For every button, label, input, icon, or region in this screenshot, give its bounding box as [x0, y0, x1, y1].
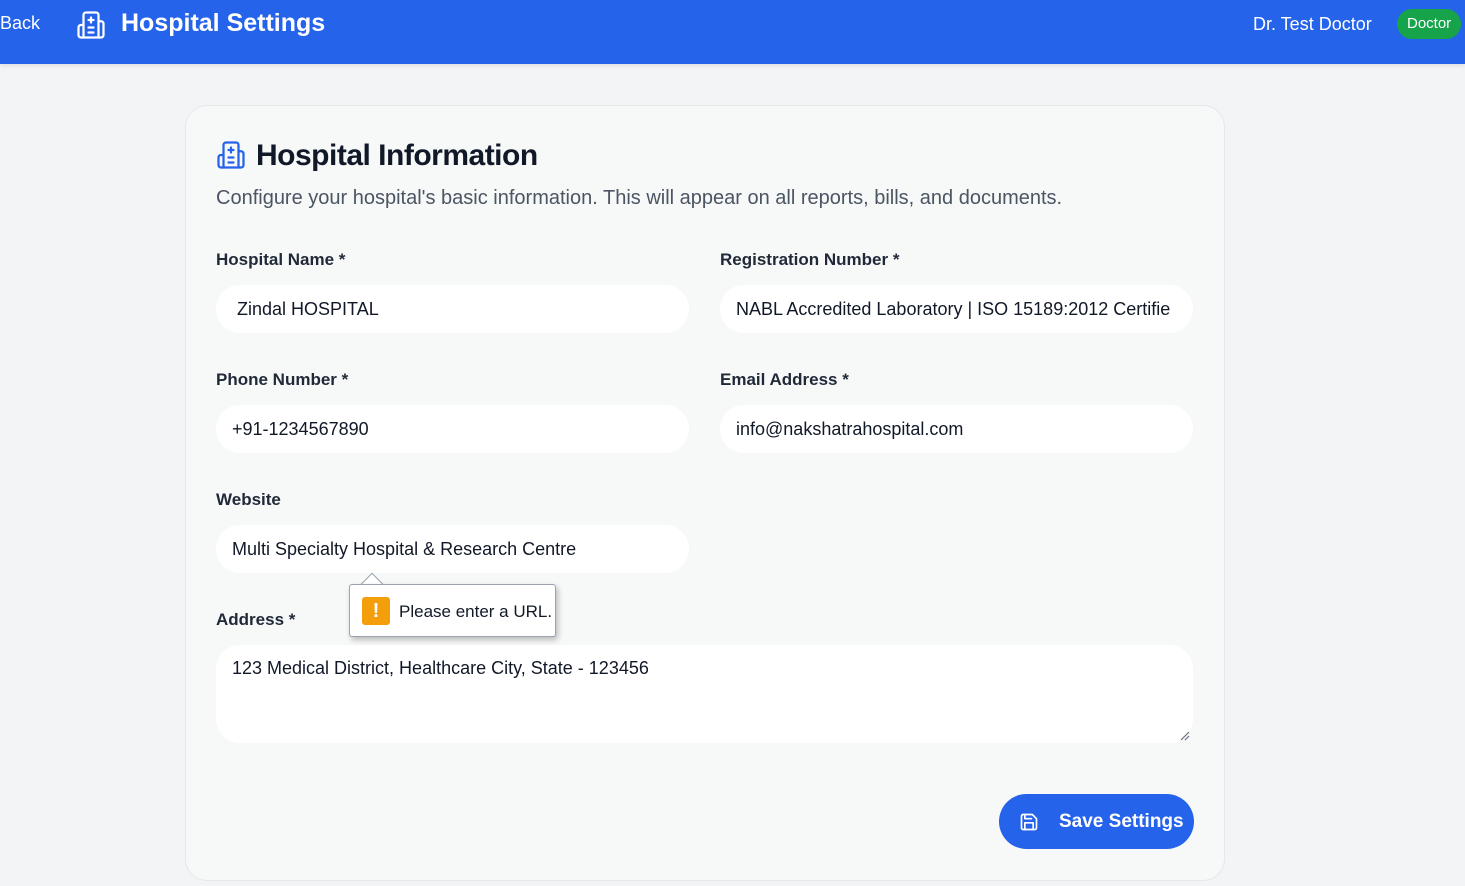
page-title: Hospital Settings [121, 9, 326, 37]
address-textarea[interactable]: 123 Medical District, Healthcare City, S… [216, 645, 1193, 743]
warning-icon: ! [362, 597, 390, 625]
role-badge: Doctor [1397, 9, 1462, 39]
save-settings-label: Save Settings [1059, 811, 1184, 832]
save-settings-button[interactable]: Save Settings [999, 794, 1194, 849]
website-input[interactable] [216, 525, 689, 573]
card-description: Configure your hospital's basic informat… [216, 187, 1063, 209]
email-address-input[interactable] [720, 405, 1193, 453]
back-link[interactable]: Back [0, 13, 40, 34]
url-validation-tooltip: ! Please enter a URL. [349, 584, 556, 637]
top-navigation-bar: Back Hospital Settings Dr. Test Doctor D… [0, 0, 1465, 64]
card-title: Hospital Information [256, 139, 538, 172]
tooltip-message: Please enter a URL. [399, 602, 553, 621]
registration-number-label: Registration Number * [720, 250, 900, 269]
hospital-information-card [185, 105, 1225, 881]
hospital-icon [217, 141, 245, 169]
save-icon [1020, 813, 1038, 831]
address-label: Address * [216, 610, 296, 629]
user-name: Dr. Test Doctor [1253, 14, 1372, 34]
hospital-name-label: Hospital Name * [216, 250, 346, 269]
phone-number-input[interactable] [216, 405, 689, 453]
email-address-label: Email Address * [720, 370, 849, 389]
hospital-name-input[interactable] [216, 285, 689, 333]
resize-grip-icon[interactable] [1180, 731, 1190, 741]
hospital-icon [77, 11, 105, 39]
registration-number-input[interactable] [720, 285, 1193, 333]
phone-number-label: Phone Number * [216, 370, 349, 389]
website-label: Website [216, 490, 281, 509]
